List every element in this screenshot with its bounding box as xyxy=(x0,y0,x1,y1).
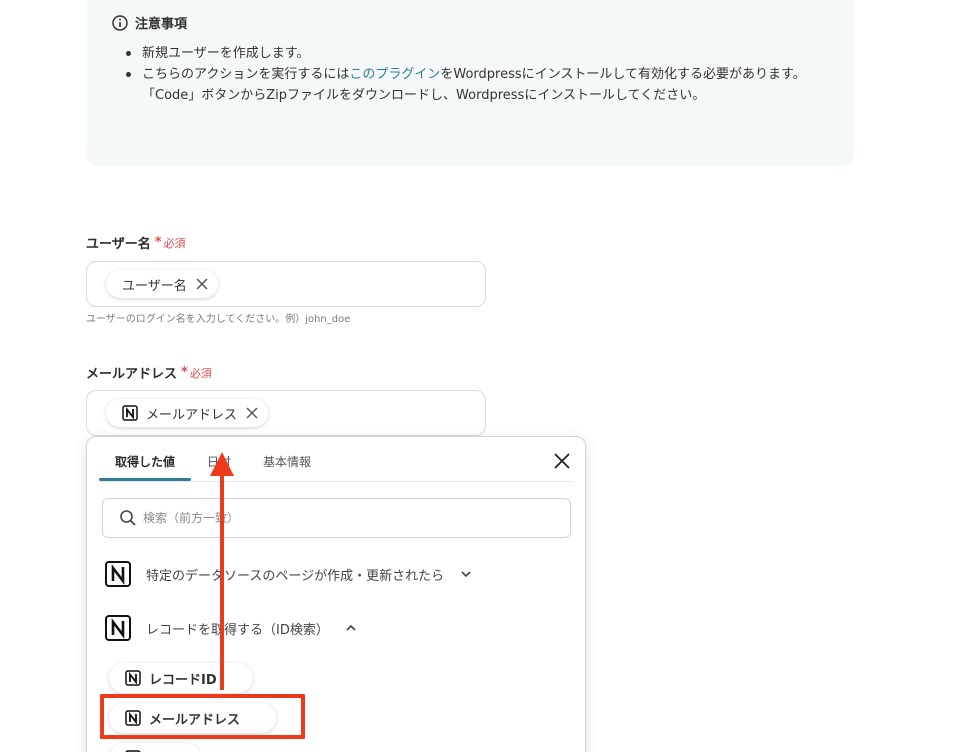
picker-tabs: 取得した値 日付 基本情報 xyxy=(99,437,327,481)
search-icon xyxy=(120,510,136,526)
tab-basic-info[interactable]: 基本情報 xyxy=(247,437,327,481)
group-get-record[interactable]: レコードを取得する（ID検索） xyxy=(104,614,357,642)
notion-icon xyxy=(122,405,138,421)
notice-item: こちらのアクションを実行するにはこのプラグインをWordpressにインストール… xyxy=(120,64,806,106)
required-badge: * 必須 xyxy=(181,365,212,380)
username-input[interactable]: ユーザー名 xyxy=(86,261,486,307)
notion-icon xyxy=(125,670,141,686)
notice-list: 新規ユーザーを作成します。 こちらのアクションを実行するにはこのプラグインをWo… xyxy=(120,43,806,106)
notion-icon xyxy=(105,561,131,587)
group-datasource-trigger[interactable]: 特定のデータソースのページが作成・更新されたら xyxy=(104,560,472,588)
notion-icon xyxy=(105,615,131,641)
tab-retrieved-values[interactable]: 取得した値 xyxy=(99,437,192,481)
remove-icon[interactable] xyxy=(195,277,209,291)
item-partial[interactable] xyxy=(109,743,201,752)
search-input[interactable] xyxy=(143,511,543,525)
username-help-text: ユーザーのログイン名を入力してください。例）john_doe xyxy=(86,314,351,325)
chevron-up-icon xyxy=(346,624,356,631)
notice-header: 注意事項 xyxy=(112,13,187,32)
required-badge: * 必須 xyxy=(154,235,186,250)
username-chip[interactable]: ユーザー名 xyxy=(106,270,218,298)
notice-item: 新規ユーザーを作成します。 xyxy=(120,43,806,64)
search-box xyxy=(102,498,571,538)
notice-title: 注意事項 xyxy=(135,17,188,32)
chevron-down-icon xyxy=(461,571,471,578)
notice-item-continuation: 「Code」ボタンからZipファイルをダウンロードし、Wordpressにインス… xyxy=(142,88,706,103)
notice-panel: 注意事項 新規ユーザーを作成します。 こちらのアクションを実行するにはこのプラグ… xyxy=(86,0,854,166)
username-label: ユーザー名 * 必須 xyxy=(86,235,186,252)
remove-icon[interactable] xyxy=(245,406,259,420)
tabs-divider xyxy=(99,481,573,482)
email-label: メールアドレス * 必須 xyxy=(86,365,212,382)
tab-date[interactable]: 日付 xyxy=(191,437,247,481)
item-record-id[interactable]: レコードID xyxy=(109,663,253,693)
email-chip[interactable]: メールアドレス xyxy=(106,399,269,427)
info-icon xyxy=(112,14,128,31)
email-input[interactable]: メールアドレス xyxy=(86,390,486,436)
plugin-link[interactable]: このプラグイン xyxy=(349,67,440,82)
highlight-box xyxy=(100,694,305,739)
close-icon[interactable] xyxy=(553,452,571,470)
